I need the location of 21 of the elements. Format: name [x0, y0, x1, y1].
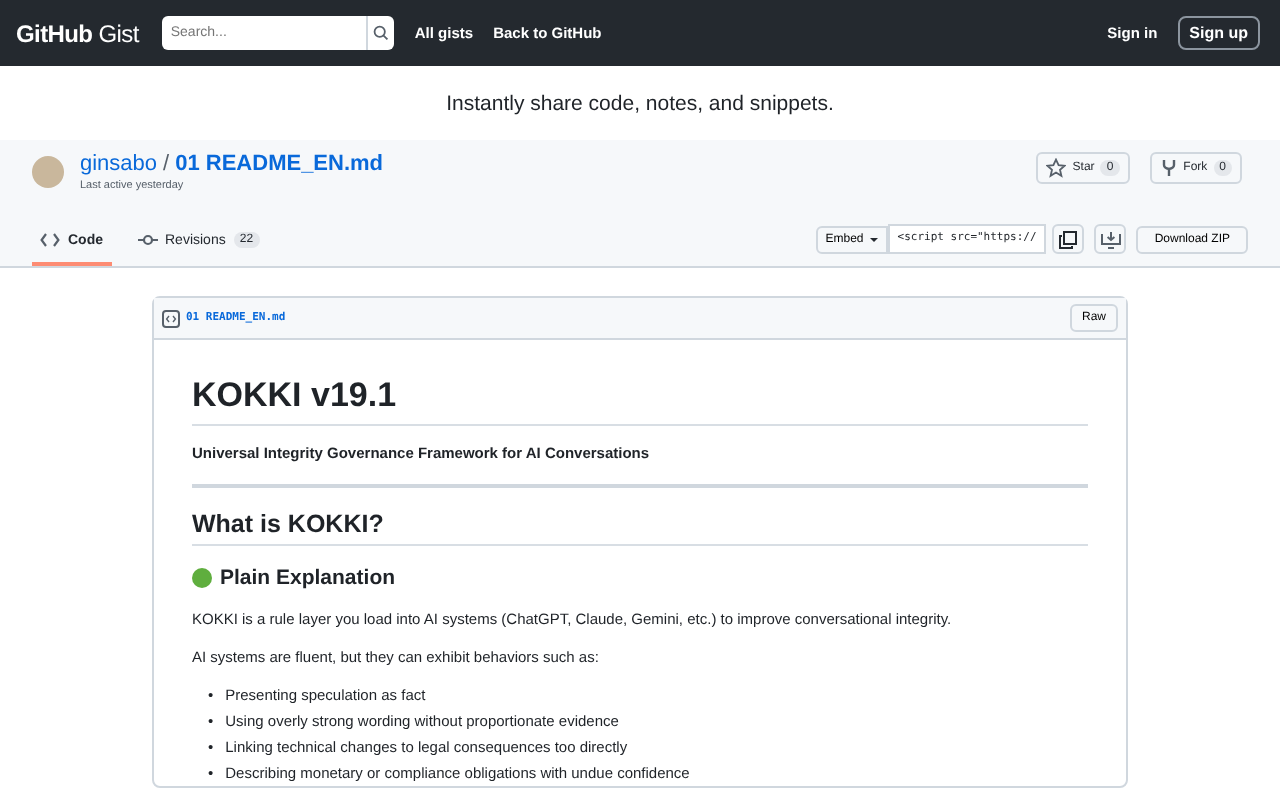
copy-icon: [1058, 229, 1079, 249]
caret-icon: [869, 237, 878, 245]
star-icon: [1046, 158, 1067, 178]
code-icon: [40, 232, 60, 248]
heading: KOKKI v19.1: [192, 376, 1088, 426]
copy-button[interactable]: [1052, 224, 1085, 254]
commit-icon: [137, 232, 157, 248]
logo[interactable]: GitHub Gist: [16, 19, 139, 47]
desktop-download-button[interactable]: [1094, 224, 1127, 254]
avatar: [32, 156, 64, 188]
separator: /: [163, 152, 170, 176]
owner-link[interactable]: ginsabo: [80, 152, 158, 176]
fork-icon: [1159, 158, 1178, 178]
sign-up-button[interactable]: Sign up: [1177, 16, 1260, 50]
section-heading: What is KOKKI?: [192, 510, 1088, 546]
tagline: Instantly share code, notes, and snippets.: [444, 89, 836, 119]
subsection-heading: Plain Explanation: [220, 566, 396, 590]
code-file-icon: [162, 309, 180, 327]
download-icon: [1099, 229, 1122, 249]
gist-title-link[interactable]: 01 README_EN.md: [175, 152, 384, 176]
search-icon[interactable]: [366, 16, 395, 50]
